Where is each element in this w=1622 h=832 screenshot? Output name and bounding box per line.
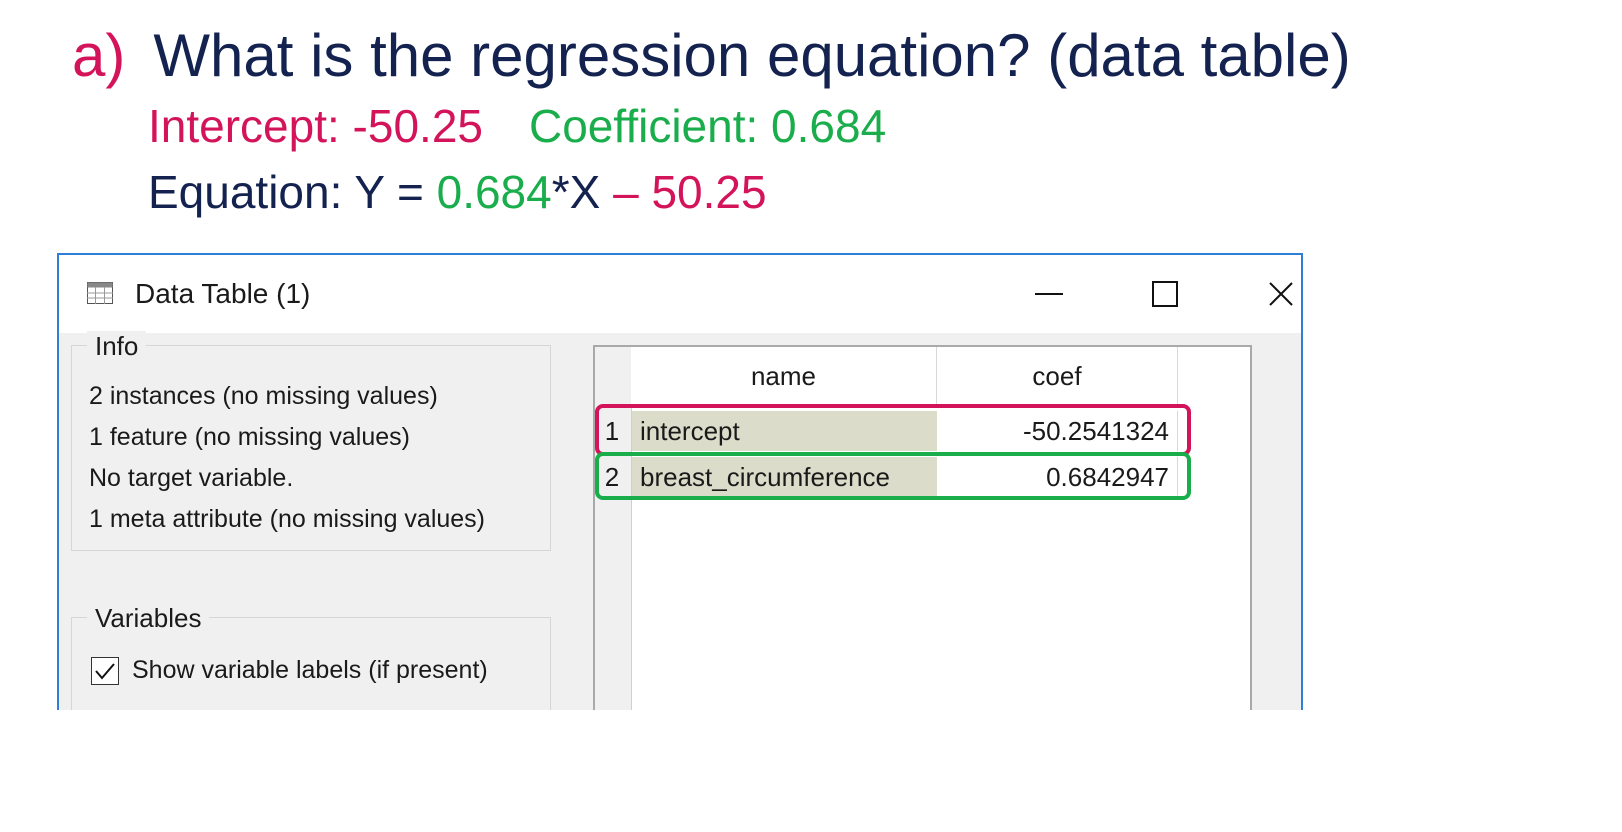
checkmark-icon — [95, 663, 115, 680]
row-header-column — [595, 347, 632, 710]
window-title: Data Table (1) — [135, 278, 311, 309]
question-marker: a) — [72, 22, 126, 89]
question-text: What is the regression equation? (data t… — [153, 22, 1351, 89]
coefficient-answer: Coefficient: 0.684 — [528, 100, 887, 152]
coefficient-highlight — [595, 452, 1191, 500]
maximize-icon — [1152, 281, 1178, 307]
answer-values: Intercept: -50.25 Coefficient: 0.684 — [148, 96, 886, 156]
intercept-answer: Intercept: -50.25 — [148, 100, 483, 152]
close-button[interactable] — [1255, 269, 1301, 319]
info-meta: 1 meta attribute (no missing values) — [89, 505, 486, 533]
table-icon — [87, 282, 113, 304]
equation-mid: *X — [551, 166, 614, 218]
equation-intercept: – 50.25 — [613, 166, 767, 218]
info-features: 1 feature (no missing values) — [89, 423, 410, 451]
close-icon — [1269, 282, 1293, 306]
column-header-name[interactable]: name — [631, 347, 937, 406]
title-bar[interactable]: Data Table (1) — [59, 255, 1301, 333]
minimize-button[interactable] — [1023, 269, 1075, 319]
equation-answer: Equation: Y = 0.684*X – 50.25 — [148, 162, 767, 222]
equation-prefix: Equation: Y = — [148, 166, 437, 218]
info-group-label: Info — [87, 331, 147, 361]
column-header-coef[interactable]: coef — [937, 347, 1178, 406]
maximize-button[interactable] — [1139, 269, 1191, 319]
show-labels-checkbox-label[interactable]: Show variable labels (if present) — [132, 655, 488, 685]
question-heading: a) What is the regression equation? (data… — [72, 20, 1351, 92]
show-labels-checkbox[interactable] — [91, 657, 119, 685]
variables-group-label: Variables — [87, 603, 210, 633]
data-table-window: Data Table (1) Info 2 instances (no miss… — [57, 253, 1303, 710]
minimize-icon — [1035, 293, 1063, 295]
info-instances: 2 instances (no missing values) — [89, 382, 438, 410]
data-table[interactable]: name coef 1 intercept -50.2541324 2 brea… — [593, 345, 1252, 710]
intercept-highlight — [595, 404, 1191, 456]
info-target: No target variable. — [89, 464, 294, 492]
equation-coef: 0.684 — [436, 166, 552, 218]
